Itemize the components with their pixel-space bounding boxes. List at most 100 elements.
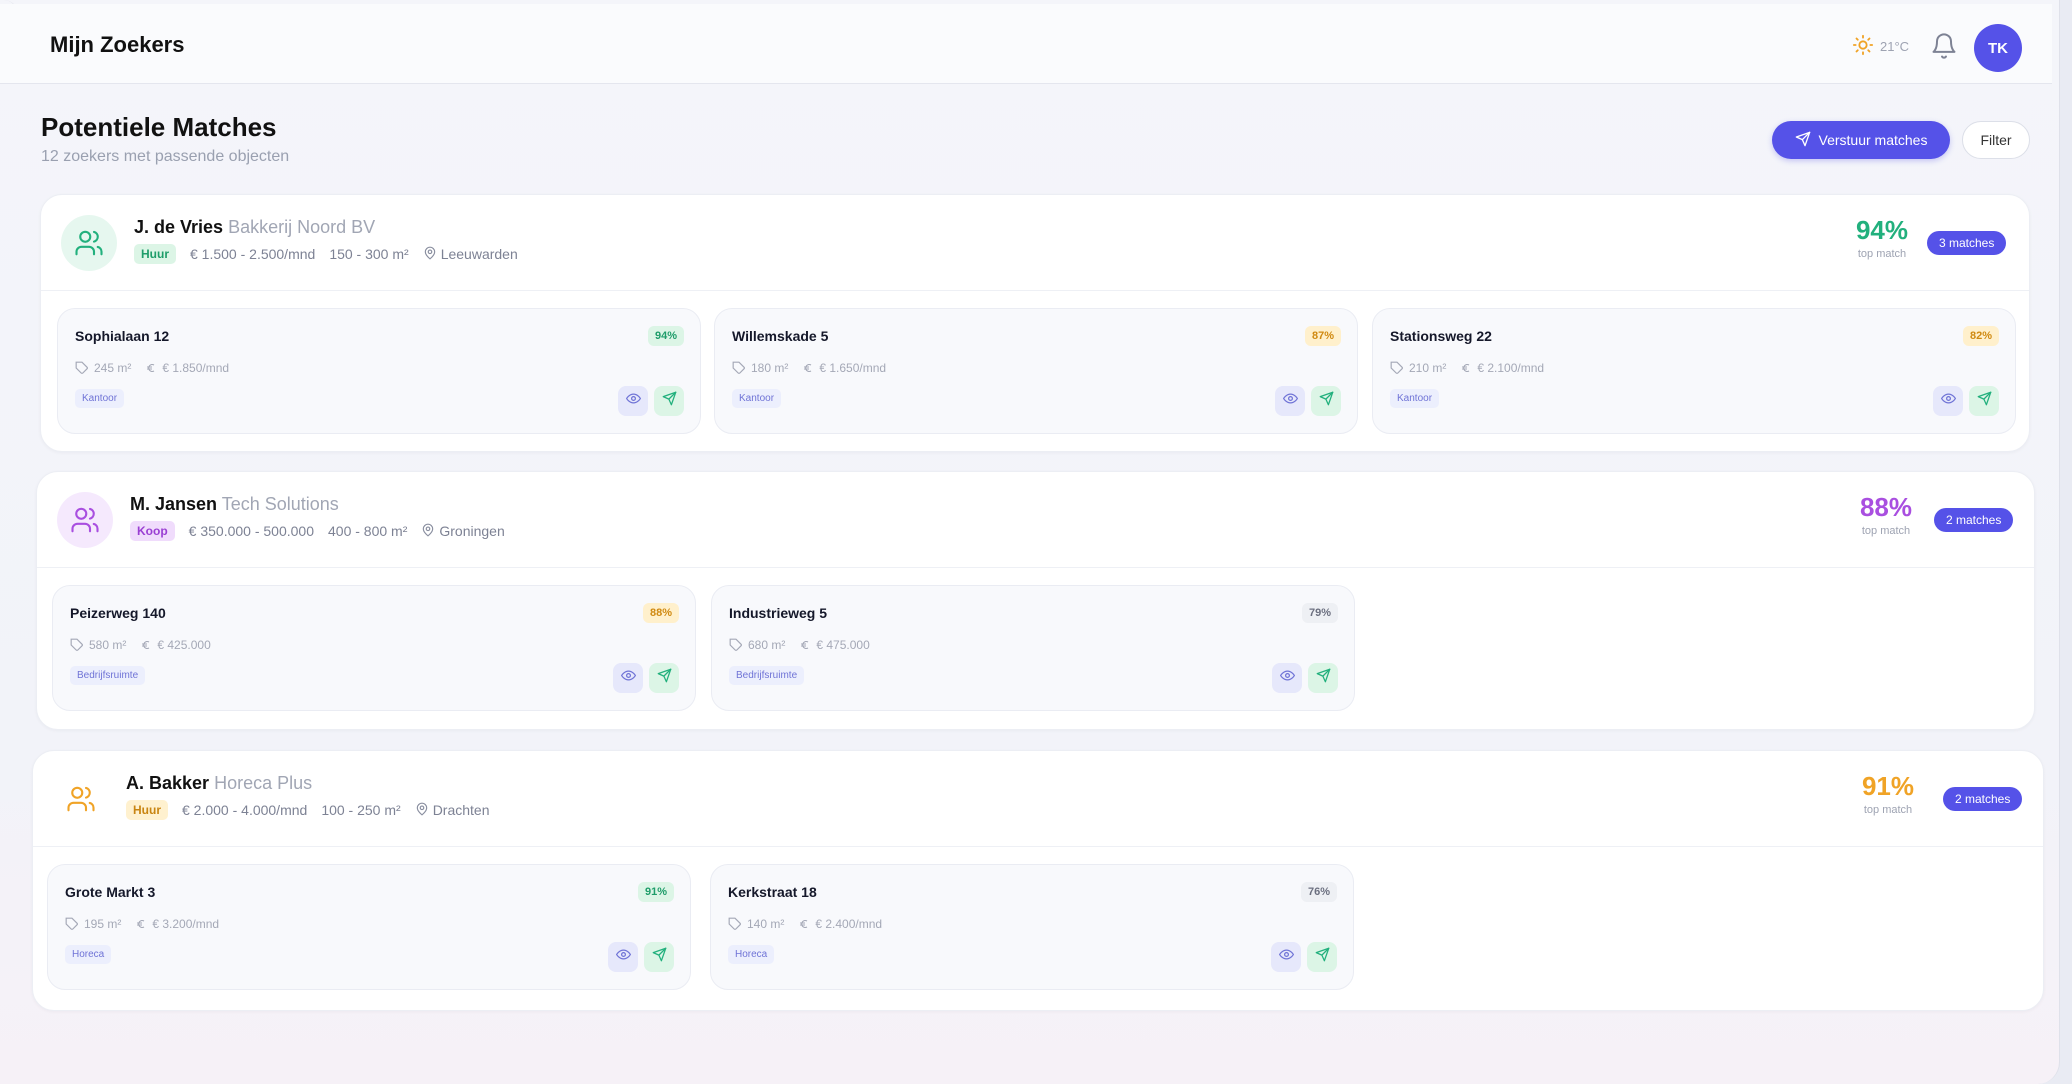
send-match-button[interactable]: [1311, 386, 1341, 416]
card-actions: [1933, 386, 1999, 416]
sun-icon: [1852, 34, 1874, 59]
property-price-label: € 1.850/mnd: [162, 361, 230, 375]
euro-icon: [802, 362, 814, 374]
seeker-header[interactable]: A. Bakker Horeca Plus Huur € 2.000 - 4.0…: [33, 751, 2043, 847]
send-match-button[interactable]: [1307, 942, 1337, 972]
map-pin-icon: [423, 246, 437, 263]
property-match-card[interactable]: Sophialaan 12 94% 245 m² € 1.850/mnd Kan…: [57, 308, 701, 434]
send-icon: [662, 391, 677, 411]
top-match-percent: 91%: [1861, 771, 1915, 801]
send-match-button[interactable]: [649, 663, 679, 693]
send-icon: [1316, 668, 1331, 688]
euro-icon: [1460, 362, 1472, 374]
send-match-button[interactable]: [654, 386, 684, 416]
tag-icon: [75, 361, 89, 375]
map-pin-icon: [415, 802, 429, 819]
property-type-tag: Horeca: [728, 945, 775, 964]
matches-count-badge[interactable]: 2 matches: [1934, 508, 2014, 532]
view-property-button[interactable]: [1275, 386, 1305, 416]
property-address: Willemskade 5: [732, 328, 829, 344]
view-property-button[interactable]: [1271, 942, 1301, 972]
matches-count-badge[interactable]: 2 matches: [1943, 787, 2023, 811]
property-match-card[interactable]: Peizerweg 140 88% 580 m² € 425.000 Bedri…: [52, 585, 696, 711]
view-property-button[interactable]: [1933, 386, 1963, 416]
eye-icon: [1278, 947, 1294, 967]
seeker-location: Groningen: [421, 523, 505, 540]
property-address: Sophialaan 12: [75, 328, 170, 344]
filter-button[interactable]: Filter: [1962, 121, 2030, 159]
property-details: 210 m² € 2.100/mnd: [1390, 361, 1544, 375]
seeker-header[interactable]: J. de Vries Bakkerij Noord BV Huur € 1.5…: [41, 195, 2029, 291]
seeker-criteria: Koop € 350.000 - 500.000 400 - 800 m² Gr…: [130, 521, 505, 541]
property-size-label: 580 m²: [89, 638, 127, 652]
property-size-label: 680 m²: [748, 638, 786, 652]
seeker-header[interactable]: M. Jansen Tech Solutions Koop € 350.000 …: [37, 472, 2034, 568]
seeker-size: 150 - 300 m²: [329, 246, 409, 262]
property-type-tag: Bedrijfsruimte: [729, 666, 805, 685]
property-price: € 425.000: [140, 638, 211, 652]
card-actions: [618, 386, 684, 416]
view-property-button[interactable]: [1272, 663, 1302, 693]
seeker-person: M. Jansen: [130, 494, 218, 514]
send-matches-button[interactable]: Verstuur matches: [1772, 121, 1950, 159]
property-price: € 1.650/mnd: [802, 361, 886, 375]
property-match-card[interactable]: Stationsweg 22 82% 210 m² € 2.100/mnd Ka…: [1372, 308, 2016, 434]
match-score-badge: 91%: [637, 882, 674, 902]
weather-widget: 21°C: [1852, 34, 1909, 59]
user-avatar[interactable]: TK: [1974, 24, 2022, 72]
match-score-badge: 87%: [1304, 326, 1341, 346]
send-icon: [1977, 391, 1992, 411]
notifications-bell-icon[interactable]: [1930, 32, 1958, 60]
tag-icon: [65, 917, 79, 931]
property-size: 245 m²: [75, 361, 131, 375]
seeker-location: Drachten: [415, 802, 490, 819]
property-match-card[interactable]: Industrieweg 5 79% 680 m² € 475.000 Bedr…: [711, 585, 1355, 711]
match-score-badge: 79%: [1301, 603, 1338, 623]
send-match-button[interactable]: [1969, 386, 1999, 416]
seeker-budget: € 2.000 - 4.000/mnd: [182, 802, 308, 818]
property-match-card[interactable]: Willemskade 5 87% 180 m² € 1.650/mnd Kan…: [714, 308, 1358, 434]
property-size-label: 140 m²: [747, 917, 785, 931]
property-size-label: 210 m²: [1409, 361, 1447, 375]
property-type-tag: Kantoor: [75, 389, 125, 408]
property-match-card[interactable]: Grote Markt 3 91% 195 m² € 3.200/mnd Hor…: [47, 864, 691, 990]
page-subtitle: 12 zoekers met passende objecten: [41, 148, 290, 165]
property-size-label: 180 m²: [751, 361, 789, 375]
map-pin-icon: [421, 523, 435, 540]
send-icon: [1315, 947, 1330, 967]
seeker-group: A. Bakker Horeca Plus Huur € 2.000 - 4.0…: [32, 750, 2044, 1011]
seeker-group: J. de Vries Bakkerij Noord BV Huur € 1.5…: [40, 194, 2030, 452]
seeker-criteria: Huur € 1.500 - 2.500/mnd 150 - 300 m² Le…: [134, 244, 518, 264]
euro-icon: [135, 918, 147, 930]
view-property-button[interactable]: [618, 386, 648, 416]
seeker-location-label: Leeuwarden: [440, 246, 518, 262]
seeker-size: 100 - 250 m²: [321, 802, 401, 818]
top-match-score: 94% top match: [1847, 215, 1917, 260]
top-match-percent: 88%: [1859, 492, 1913, 522]
property-price: € 2.100/mnd: [1460, 361, 1544, 375]
seeker-person: A. Bakker: [126, 773, 210, 793]
eye-icon: [615, 947, 631, 967]
view-property-button[interactable]: [613, 663, 643, 693]
matches-count-badge[interactable]: 3 matches: [1927, 231, 2007, 255]
property-address: Industrieweg 5: [729, 605, 828, 621]
top-match-label: top match: [1861, 525, 1911, 537]
deal-type-tag: Huur: [126, 800, 168, 820]
euro-icon: [140, 639, 152, 651]
eye-icon: [1940, 391, 1956, 411]
deal-type-tag: Huur: [134, 244, 176, 264]
send-match-button[interactable]: [1308, 663, 1338, 693]
seeker-company: Bakkerij Noord BV: [228, 217, 376, 237]
property-address: Grote Markt 3: [65, 884, 156, 900]
property-size: 140 m²: [728, 917, 784, 931]
match-score-badge: 94%: [647, 326, 684, 346]
euro-icon: [798, 918, 810, 930]
property-price-label: € 3.200/mnd: [152, 917, 220, 931]
card-actions: [608, 942, 674, 972]
send-icon: [1319, 391, 1334, 411]
users-icon: [53, 771, 109, 827]
view-property-button[interactable]: [608, 942, 638, 972]
seeker-budget: € 1.500 - 2.500/mnd: [190, 246, 316, 262]
property-match-card[interactable]: Kerkstraat 18 76% 140 m² € 2.400/mnd Hor…: [710, 864, 1354, 990]
send-match-button[interactable]: [644, 942, 674, 972]
